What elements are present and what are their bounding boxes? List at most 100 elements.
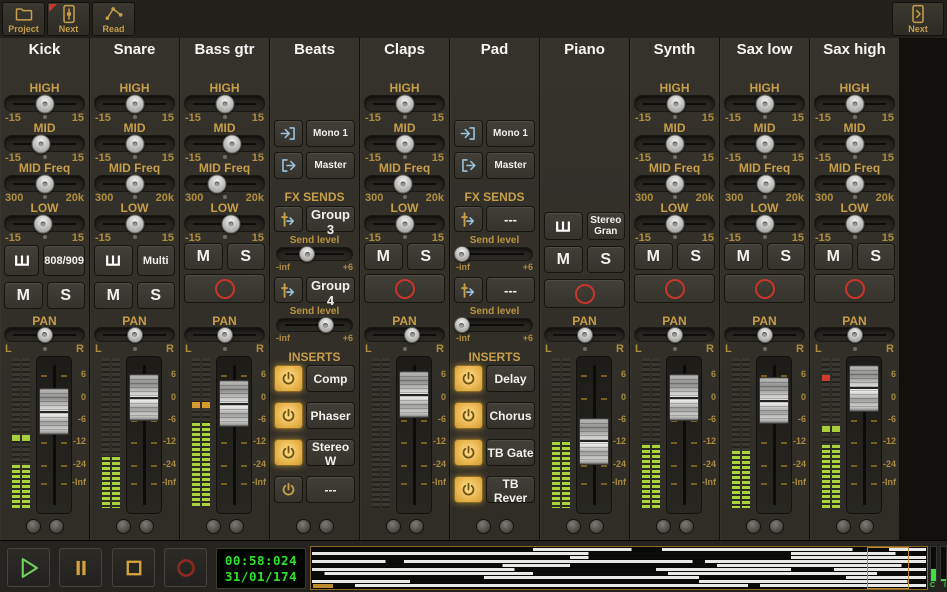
slider-knob[interactable] — [395, 134, 414, 153]
send-level-slider[interactable] — [456, 318, 533, 332]
fader-cap[interactable] — [579, 418, 609, 465]
eq-high-slider[interactable] — [4, 95, 85, 112]
insert-effect-button[interactable]: Chorus — [486, 402, 535, 429]
fx-send-dest-button[interactable]: Group 3 — [306, 206, 355, 232]
volume-fader[interactable] — [36, 356, 72, 514]
record-arm-button[interactable] — [544, 279, 625, 308]
preset-button[interactable]: 808/909 — [43, 245, 85, 276]
eq-low-slider[interactable] — [184, 215, 265, 232]
pan-slider[interactable] — [724, 327, 805, 342]
fader-cap[interactable] — [759, 377, 789, 424]
input-source-button[interactable]: Mono 1 — [306, 120, 355, 147]
slider-knob[interactable] — [665, 134, 684, 153]
eq-low-slider[interactable] — [364, 215, 445, 232]
solo-button[interactable]: S — [677, 243, 716, 270]
pan-slider[interactable] — [814, 327, 895, 342]
insert-power-button[interactable] — [274, 439, 303, 466]
slider-knob[interactable] — [845, 174, 864, 193]
arrangement-overview[interactable] — [310, 546, 928, 590]
fx-send-button[interactable] — [274, 206, 303, 232]
fx-send-dest-button[interactable]: Group 4 — [306, 277, 355, 303]
eq-high-slider[interactable] — [184, 95, 265, 112]
volume-fader[interactable] — [846, 356, 882, 514]
keyboard-button[interactable] — [4, 245, 39, 276]
eq-high-slider[interactable] — [634, 95, 715, 112]
fx-send-button[interactable] — [274, 277, 303, 303]
slider-knob[interactable] — [757, 174, 776, 193]
insert-effect-button[interactable]: Delay — [486, 365, 535, 392]
preset-button[interactable]: Stereo Gran — [587, 212, 626, 240]
insert-effect-button[interactable]: Phaser — [306, 402, 355, 429]
slider-knob[interactable] — [33, 214, 52, 233]
solo-button[interactable]: S — [227, 243, 266, 270]
slider-knob[interactable] — [35, 94, 54, 113]
eq-midfreq-slider[interactable] — [724, 175, 805, 192]
insert-effect-button[interactable]: TB Rever — [486, 476, 535, 503]
slider-knob[interactable] — [35, 174, 54, 193]
send-level-slider[interactable] — [276, 318, 353, 332]
overview-viewport[interactable] — [867, 547, 909, 589]
fx-send-dest-button[interactable]: --- — [486, 277, 535, 303]
keyboard-button[interactable] — [94, 245, 133, 276]
output-routing-button[interactable] — [274, 152, 303, 179]
slider-knob[interactable] — [223, 134, 242, 153]
slider-knob[interactable] — [755, 134, 774, 153]
play-button[interactable] — [7, 548, 50, 587]
record-button[interactable] — [164, 548, 207, 587]
volume-fader[interactable] — [126, 356, 162, 514]
slider-knob[interactable] — [125, 134, 144, 153]
volume-fader[interactable] — [666, 356, 702, 514]
slider-knob[interactable] — [667, 94, 686, 113]
next-screen-button[interactable]: Next — [892, 2, 944, 36]
slider-knob[interactable] — [665, 174, 684, 193]
slider-knob[interactable] — [845, 134, 864, 153]
automation-read-button[interactable]: Read — [92, 2, 135, 36]
slider-knob[interactable] — [37, 327, 53, 343]
fx-send-dest-button[interactable]: --- — [486, 206, 535, 232]
slider-knob[interactable] — [577, 327, 593, 343]
insert-effect-button[interactable]: --- — [306, 476, 355, 503]
send-level-slider[interactable] — [276, 247, 353, 261]
record-arm-button[interactable] — [184, 274, 265, 303]
stop-button[interactable] — [112, 548, 155, 587]
slider-knob[interactable] — [665, 214, 684, 233]
slider-knob[interactable] — [318, 317, 334, 333]
eq-high-slider[interactable] — [724, 95, 805, 112]
volume-fader[interactable] — [576, 356, 612, 514]
mute-button[interactable]: M — [634, 243, 673, 270]
eq-high-slider[interactable] — [814, 95, 895, 112]
insert-power-button[interactable] — [274, 402, 303, 429]
mute-button[interactable]: M — [724, 243, 763, 270]
eq-low-slider[interactable] — [4, 215, 85, 232]
insert-power-button[interactable] — [274, 365, 303, 392]
fader-cap[interactable] — [129, 374, 159, 421]
record-arm-button[interactable] — [724, 274, 805, 303]
eq-midfreq-slider[interactable] — [4, 175, 85, 192]
insert-power-button[interactable] — [454, 402, 483, 429]
eq-low-slider[interactable] — [814, 215, 895, 232]
output-dest-button[interactable]: Master — [306, 152, 355, 179]
preset-button[interactable]: Multi — [137, 245, 176, 276]
slider-knob[interactable] — [454, 246, 470, 262]
mute-button[interactable]: M — [94, 282, 133, 309]
eq-low-slider[interactable] — [634, 215, 715, 232]
next-fader-page-button[interactable]: Next — [47, 2, 90, 36]
slider-knob[interactable] — [845, 214, 864, 233]
mute-button[interactable]: M — [4, 282, 43, 309]
output-dest-button[interactable]: Master — [486, 152, 535, 179]
pan-slider[interactable] — [4, 327, 85, 342]
slider-knob[interactable] — [32, 134, 51, 153]
record-arm-button[interactable] — [634, 274, 715, 303]
record-arm-button[interactable] — [364, 274, 445, 303]
record-arm-button[interactable] — [814, 274, 895, 303]
input-source-button[interactable]: Mono 1 — [486, 120, 535, 147]
volume-fader[interactable] — [396, 356, 432, 514]
eq-midfreq-slider[interactable] — [184, 175, 265, 192]
eq-high-slider[interactable] — [364, 95, 445, 112]
fader-cap[interactable] — [219, 380, 249, 427]
slider-knob[interactable] — [125, 174, 144, 193]
input-routing-button[interactable] — [274, 120, 303, 147]
eq-midfreq-slider[interactable] — [364, 175, 445, 192]
fx-send-button[interactable] — [454, 277, 483, 303]
slider-knob[interactable] — [454, 317, 470, 333]
